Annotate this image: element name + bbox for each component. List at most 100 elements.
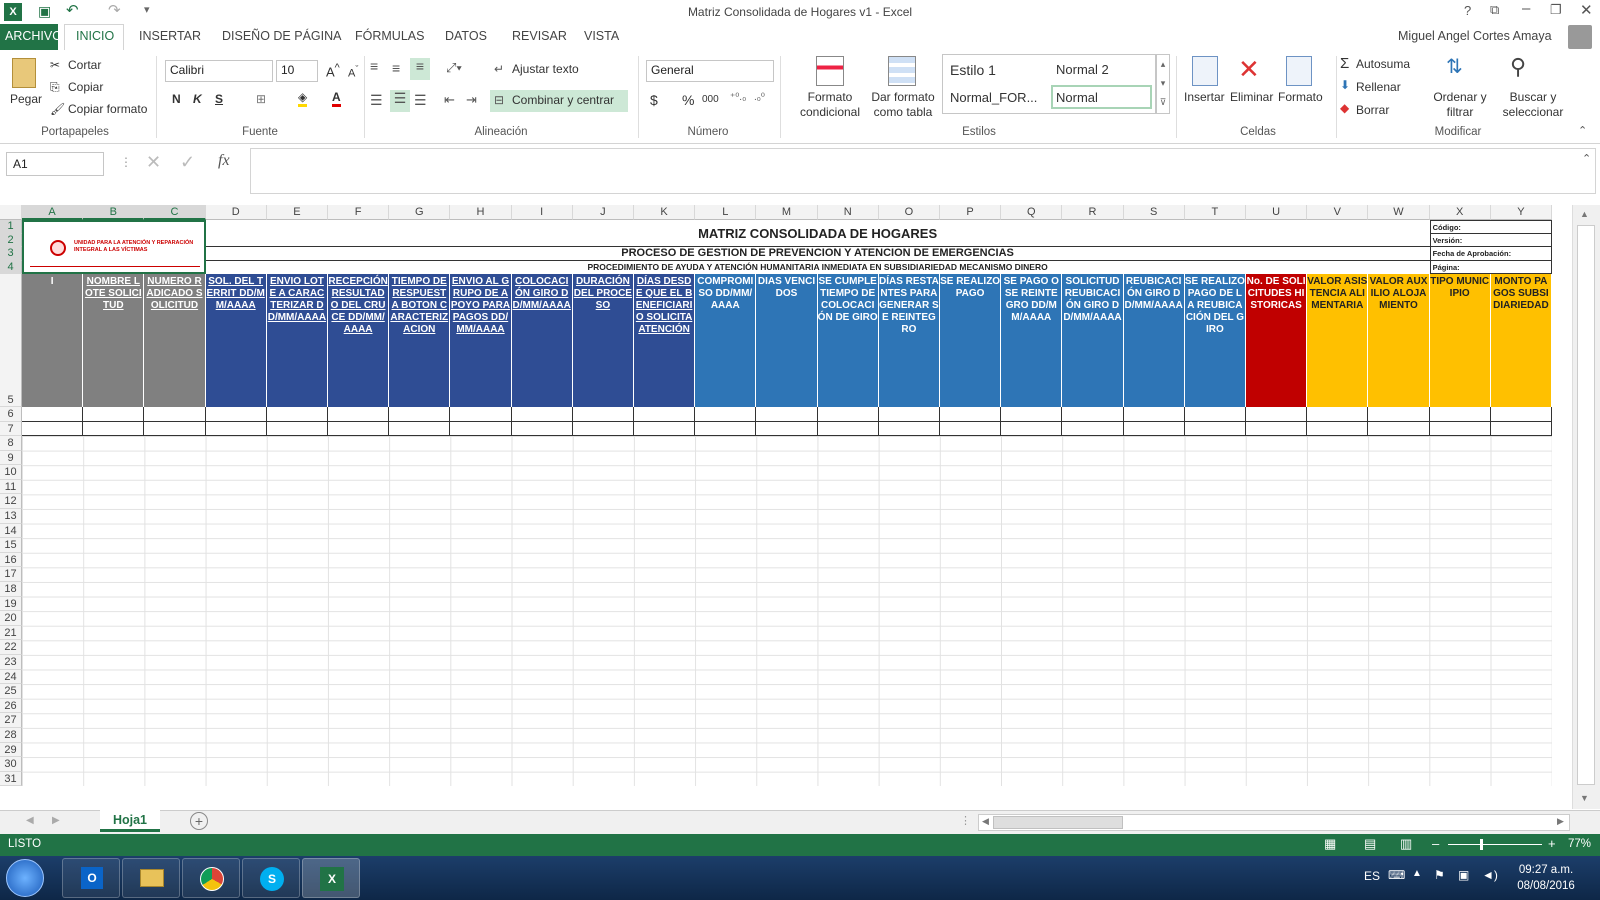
sheet-subtitle[interactable]: PROCESO DE GESTION DE PREVENCION Y ATENC…: [205, 247, 1430, 261]
header-D[interactable]: SOL. DEL TERRIT DD/MM/AAAA: [205, 274, 267, 407]
add-sheet-icon[interactable]: +: [190, 812, 208, 830]
cell-X7[interactable]: [1429, 421, 1491, 436]
cell-H7[interactable]: [450, 421, 512, 436]
row-header-14[interactable]: 14: [0, 523, 22, 539]
column-header-K[interactable]: K: [634, 205, 696, 220]
cell-M6[interactable]: [756, 407, 818, 422]
column-header-I[interactable]: I: [511, 205, 573, 220]
header-S[interactable]: REUBICACIÓN GIRO DD/MM/AAAA: [1123, 274, 1185, 407]
vertical-scrollbar[interactable]: ▲ ▼: [1572, 205, 1600, 809]
header-Y[interactable]: MONTO PAGOS SUBSIDIARIEDAD: [1490, 274, 1552, 407]
header-F[interactable]: RECEPCIÓN RESULTADO DEL CRUCE DD/MM/AAAA: [328, 274, 390, 407]
column-header-H[interactable]: H: [450, 205, 512, 220]
tab-insertar[interactable]: INSERTAR: [139, 29, 201, 43]
align-left-icon[interactable]: ☰: [370, 92, 383, 109]
horizontal-scroll-thumb[interactable]: [993, 816, 1123, 829]
cell-T6[interactable]: [1184, 407, 1246, 422]
row-header-11[interactable]: 11: [0, 479, 22, 495]
cell-I6[interactable]: [511, 407, 573, 422]
column-header-B[interactable]: B: [83, 205, 145, 220]
scroll-up-icon[interactable]: ▲: [1580, 209, 1589, 219]
avatar[interactable]: [1568, 25, 1592, 49]
italic-button[interactable]: K: [193, 92, 202, 106]
cell-F6[interactable]: [328, 407, 390, 422]
taskbar-outlook[interactable]: O: [62, 858, 120, 898]
zoom-level[interactable]: 77%: [1568, 838, 1591, 850]
cell-O7[interactable]: [878, 421, 940, 436]
font-size-select[interactable]: 10: [276, 60, 318, 82]
cut-button[interactable]: Cortar: [68, 58, 101, 72]
insert-cells-button[interactable]: Insertar: [1184, 90, 1225, 104]
style-normal2[interactable]: Normal 2: [1056, 62, 1109, 77]
row-header-18[interactable]: 18: [0, 582, 22, 597]
zoom-in-icon[interactable]: +: [1548, 836, 1556, 851]
cell-R6[interactable]: [1062, 407, 1124, 422]
row-header-19[interactable]: 19: [0, 596, 22, 612]
autosum-button[interactable]: Autosuma: [1356, 57, 1410, 71]
paste-icon[interactable]: [12, 58, 36, 88]
taskbar-skype[interactable]: S: [242, 858, 300, 898]
collapse-ribbon-icon[interactable]: ⌃: [1578, 124, 1587, 137]
zoom-slider[interactable]: [1448, 844, 1542, 845]
header-V[interactable]: VALOR ASISTENCIA ALIMENTARIA: [1307, 274, 1369, 407]
row-header-7[interactable]: 7: [0, 421, 22, 436]
restore-icon[interactable]: ❐: [1550, 2, 1562, 18]
percent-button[interactable]: %: [682, 92, 694, 108]
orientation-icon[interactable]: ⤢▾: [446, 60, 462, 76]
taskbar-explorer[interactable]: [122, 858, 180, 898]
styles-scroll[interactable]: ▴ ▾ ⊽: [1156, 54, 1170, 114]
thousands-button[interactable]: 000: [702, 94, 719, 105]
column-header-D[interactable]: D: [205, 205, 267, 220]
name-box[interactable]: A1: [6, 152, 104, 176]
column-header-Q[interactable]: Q: [1001, 205, 1063, 220]
cell-W6[interactable]: [1368, 407, 1430, 422]
scroll-down-icon[interactable]: ▼: [1580, 793, 1589, 803]
find-select-button[interactable]: Buscar y seleccionar: [1494, 90, 1572, 120]
tab-inicio[interactable]: INICIO: [76, 29, 114, 43]
column-header-U[interactable]: U: [1246, 205, 1308, 220]
row-header-17[interactable]: 17: [0, 567, 22, 582]
prev-sheet-icon[interactable]: ◀: [26, 815, 34, 826]
logo-cell[interactable]: UNIDAD PARA LA ATENCIÓN Y REPARACIÓN INT…: [22, 220, 206, 274]
decrease-indent-icon[interactable]: ⇤: [444, 92, 455, 108]
style-normal[interactable]: Normal: [1056, 90, 1098, 105]
header-P[interactable]: SE REALIZO PAGO: [940, 274, 1002, 407]
cell-U6[interactable]: [1246, 407, 1308, 422]
column-header-F[interactable]: F: [328, 205, 390, 220]
tab-formulas[interactable]: FÓRMULAS: [355, 29, 424, 43]
cell-B7[interactable]: [83, 421, 145, 436]
confirm-entry-icon[interactable]: ✓: [180, 152, 195, 173]
row-header-2[interactable]: 2: [0, 233, 22, 247]
row-header-25[interactable]: 25: [0, 684, 22, 699]
user-name[interactable]: Miguel Angel Cortes Amaya: [1398, 29, 1552, 43]
cell-A6[interactable]: [22, 407, 84, 422]
row-header-23[interactable]: 23: [0, 655, 22, 670]
meta-1[interactable]: Código:: [1429, 220, 1552, 234]
taskbar-chrome[interactable]: [182, 858, 240, 898]
column-header-W[interactable]: W: [1368, 205, 1430, 220]
sheet-subtitle-2[interactable]: PROCEDIMIENTO DE AYUDA Y ATENCIÓN HUMANI…: [206, 261, 1430, 275]
row-header-3[interactable]: 3: [0, 247, 22, 261]
font-name-select[interactable]: Calibri: [165, 60, 273, 82]
header-C[interactable]: NUMERO RADICADO SOLICITUD: [144, 274, 206, 407]
horizontal-scrollbar[interactable]: ◀ ▶: [978, 814, 1570, 831]
header-W[interactable]: VALOR AUXILIO ALOJAMIENTO: [1368, 274, 1430, 407]
column-header-A[interactable]: A: [22, 205, 84, 220]
cell-C7[interactable]: [144, 421, 206, 436]
scroll-right-icon[interactable]: ▶: [1557, 816, 1564, 827]
formula-input[interactable]: [250, 148, 1596, 194]
cell-Q7[interactable]: [1001, 421, 1063, 436]
header-M[interactable]: DIAS VENCIDOS: [756, 274, 818, 407]
keyboard-icon[interactable]: ⌨: [1388, 868, 1405, 882]
tab-vista[interactable]: VISTA: [584, 29, 619, 43]
align-center-icon[interactable]: ☰: [390, 90, 410, 112]
column-header-S[interactable]: S: [1123, 205, 1185, 220]
tray-expand-icon[interactable]: ▲: [1412, 868, 1422, 879]
copy-button[interactable]: Copiar: [68, 80, 103, 94]
row-header-1[interactable]: 1: [0, 220, 22, 234]
row-header-8[interactable]: 8: [0, 436, 22, 451]
column-header-X[interactable]: X: [1429, 205, 1491, 220]
header-B[interactable]: NOMBRE LOTE SOLICITUD: [83, 274, 145, 407]
row-header-15[interactable]: 15: [0, 538, 22, 553]
tab-diseno[interactable]: DISEÑO DE PÁGINA: [222, 29, 341, 43]
